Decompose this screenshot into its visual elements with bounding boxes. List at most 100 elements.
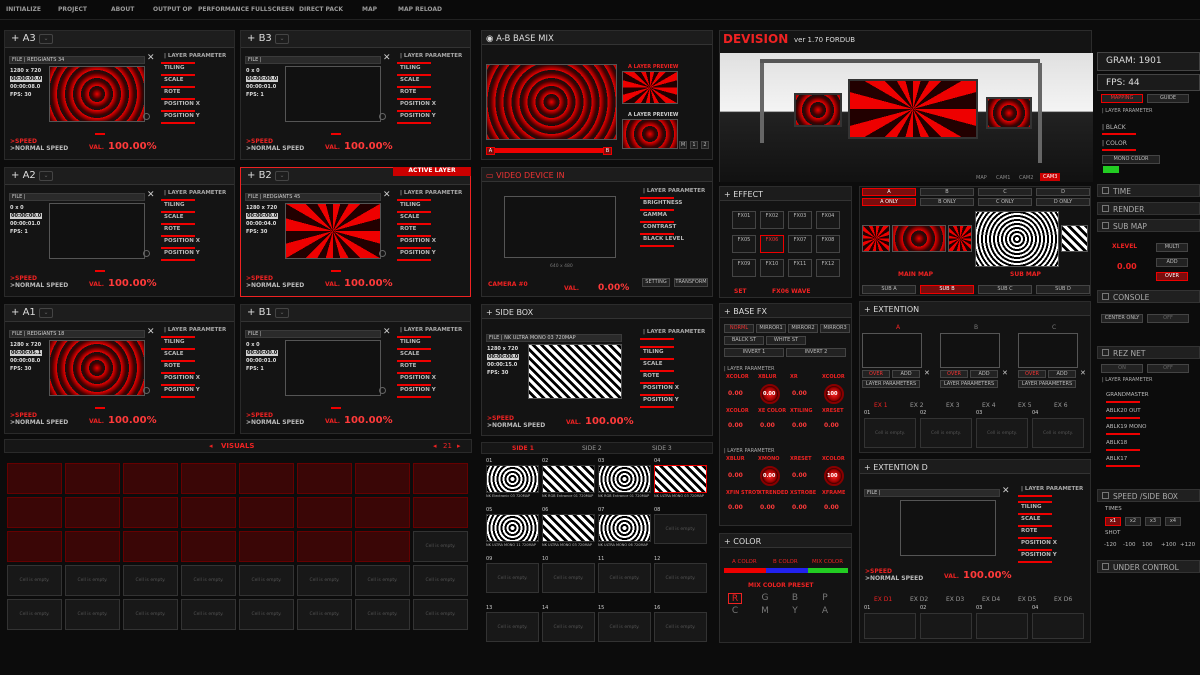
time-section[interactable]: TIME — [1097, 184, 1200, 197]
layer-name[interactable]: A1 — [23, 307, 36, 318]
ext-d-close-icon[interactable]: ✕ — [1002, 486, 1010, 496]
speed-num[interactable]: 100 — [1142, 542, 1153, 548]
a-color-swatch[interactable] — [724, 568, 766, 573]
visual-cell[interactable]: Cell is empty. — [297, 599, 352, 630]
tiling-param[interactable]: TILING — [161, 339, 233, 351]
fx-value[interactable]: 0.00 — [792, 390, 807, 397]
ext-over-button[interactable]: OVER — [862, 370, 890, 378]
tiling-param[interactable]: TILING — [161, 202, 233, 214]
scale-param[interactable]: SCALE — [397, 77, 469, 89]
mix-1-button[interactable]: 1 — [690, 141, 698, 149]
visual-cell[interactable] — [297, 497, 352, 528]
layer-name[interactable]: B1 — [259, 307, 272, 318]
side-cell[interactable]: Cell is empty. — [486, 563, 539, 593]
basefx-button[interactable]: MIRROR1 — [756, 324, 786, 333]
fx-value[interactable]: 0.00 — [728, 390, 743, 397]
visual-cell[interactable]: Cell is empty. — [123, 599, 178, 630]
ext-cell[interactable]: Cell is empty. — [1032, 418, 1084, 448]
fx-button[interactable]: FX11 — [788, 259, 812, 277]
visual-cell[interactable] — [7, 463, 62, 494]
color-preset[interactable]: Y — [788, 606, 802, 617]
ext-d-cell[interactable] — [1032, 613, 1084, 639]
eye-icon[interactable] — [379, 250, 386, 257]
position-x-param[interactable]: POSITION X — [397, 375, 469, 387]
ext-over-button[interactable]: OVER — [940, 370, 968, 378]
menu-map[interactable]: MAP — [362, 6, 377, 13]
fx-button[interactable]: FX02 — [760, 211, 784, 229]
menu-map-reload[interactable]: MAP RELOAD — [398, 6, 442, 13]
visuals-prev-icon[interactable]: ◂ — [209, 442, 213, 450]
visual-cell[interactable] — [239, 531, 294, 562]
visual-cell[interactable] — [355, 463, 410, 494]
scale-param[interactable]: SCALE — [161, 77, 233, 89]
close-icon[interactable]: ✕ — [1002, 369, 1008, 377]
submap-letter-tab[interactable]: C — [978, 188, 1032, 196]
side-tab-2[interactable]: SIDE 2 — [582, 445, 602, 452]
rote-param[interactable]: ROTE — [397, 89, 469, 101]
fx-value[interactable]: 0.00 — [728, 504, 743, 511]
side-cell[interactable]: Cell is empty. — [598, 563, 651, 593]
view-cam3[interactable]: CAM3 — [1040, 173, 1061, 181]
menu-direct-pack[interactable]: DIRECT PACK — [299, 6, 343, 13]
rez-net-section[interactable]: REZ NET — [1097, 346, 1200, 359]
submap-letter-tab[interactable]: A — [862, 188, 916, 196]
fx-value[interactable]: 0.00 — [792, 504, 807, 511]
side-cell[interactable]: Cell is empty. — [654, 514, 707, 544]
black-level-param[interactable]: BLACK LEVEL — [640, 236, 710, 248]
side-cell[interactable] — [598, 465, 651, 493]
menu-initialize[interactable]: INITIALIZE — [6, 6, 41, 13]
ext-cell[interactable]: Cell is empty. — [976, 418, 1028, 448]
speed-value[interactable]: 100.00% — [108, 278, 157, 289]
tiling-param[interactable]: TILING — [397, 202, 469, 214]
basefx-button[interactable]: NORML — [724, 324, 754, 333]
transform-button[interactable]: TRANSFORM — [674, 278, 708, 287]
side-cell[interactable] — [486, 514, 539, 542]
ext-add-button[interactable]: ADD — [970, 370, 998, 378]
submap-sub-tab[interactable]: SUB A — [862, 285, 916, 294]
tiling-param[interactable]: TILING — [161, 65, 233, 77]
menu-output-op[interactable]: OUTPUT OP — [153, 6, 192, 13]
rez-item[interactable]: ABLK20 OUT — [1106, 408, 1141, 414]
ext-layer-params-button[interactable]: LAYER PARAMETERS — [862, 380, 920, 388]
speed-value[interactable]: 100.00% — [344, 141, 393, 152]
speed-num[interactable]: -100 — [1123, 542, 1135, 548]
eye-icon[interactable]: ◉ — [486, 34, 496, 44]
position-x-param[interactable]: POSITION X — [161, 101, 233, 113]
ext-d-cell[interactable] — [976, 613, 1028, 639]
eye-icon[interactable] — [143, 387, 150, 394]
speed-side-section[interactable]: SPEED /SIDE BOX — [1097, 489, 1200, 502]
visual-cell[interactable]: Cell is empty. — [123, 565, 178, 596]
menu-fullscreen[interactable]: FULLSCREEN — [251, 6, 294, 13]
fx-button[interactable]: FX12 — [816, 259, 840, 277]
mapping-tab[interactable]: MAPPING — [1101, 94, 1143, 103]
visual-cell[interactable]: Cell is empty. — [181, 599, 236, 630]
ext-d-tiling[interactable]: TILING — [1018, 504, 1088, 516]
layer-name[interactable]: A2 — [23, 170, 36, 181]
visual-cell[interactable] — [65, 463, 120, 494]
fx-value[interactable]: 0.00 — [824, 504, 839, 511]
normal-speed[interactable]: >NORMAL SPEED — [10, 419, 68, 426]
color-preset[interactable]: A — [818, 606, 832, 617]
crossfader-a[interactable]: A — [486, 147, 495, 155]
mix-m-button[interactable]: M — [679, 141, 687, 149]
submap-letter-tab[interactable]: D — [1036, 188, 1090, 196]
position-y-param[interactable]: POSITION Y — [161, 113, 233, 125]
basefx-button[interactable]: INVERT 2 — [786, 348, 846, 357]
ext-layer-params-button[interactable]: LAYER PARAMETERS — [940, 380, 998, 388]
speed-multiplier[interactable]: x3 — [1145, 517, 1161, 526]
ext-d-tab[interactable]: EX D3 — [946, 596, 964, 603]
visual-cell[interactable] — [413, 463, 468, 494]
side-cell[interactable]: Cell is empty. — [542, 563, 595, 593]
fx-button[interactable]: FX09 — [732, 259, 756, 277]
crossfader[interactable] — [486, 148, 612, 153]
side-rote[interactable]: ROTE — [640, 373, 710, 385]
chevron-down-icon[interactable]: ⌄ — [275, 308, 289, 318]
ext-d-tab[interactable]: EX D2 — [910, 596, 928, 603]
rote-param[interactable]: ROTE — [397, 363, 469, 375]
layer-name[interactable]: B3 — [259, 33, 272, 44]
color-preset[interactable]: P — [818, 593, 832, 604]
chevron-down-icon[interactable]: ⌄ — [275, 34, 289, 44]
view-cam2[interactable]: CAM2 — [1019, 175, 1033, 181]
position-y-param[interactable]: POSITION Y — [161, 250, 233, 262]
visual-cell[interactable] — [7, 497, 62, 528]
